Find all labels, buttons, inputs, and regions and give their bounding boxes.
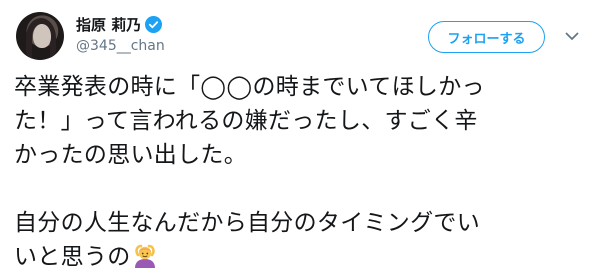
tweet-line-last: いと思うの xyxy=(14,240,586,274)
tweet-line: 自分の人生なんだから自分のタイミングでい xyxy=(14,210,480,236)
tweet-text: 卒業発表の時に「◯◯の時までいてほしかっ た！」って言われるの嫌だったし、すごく… xyxy=(14,70,586,274)
verified-badge-icon xyxy=(145,15,163,33)
handle[interactable]: @345__chan xyxy=(76,38,165,54)
tweet-header: 指原 莉乃 @345__chan フォローする xyxy=(0,0,597,62)
avatar[interactable] xyxy=(16,12,64,60)
name-row: 指原 莉乃 xyxy=(76,14,165,34)
chevron-down-icon[interactable] xyxy=(560,24,584,48)
tweet-line: かったの思い出した。 xyxy=(14,142,247,168)
display-name[interactable]: 指原 莉乃 xyxy=(76,14,141,35)
tweet-line: いと思うの xyxy=(14,244,131,270)
woman-gesturing-ok-emoji-icon xyxy=(132,243,158,269)
follow-button[interactable]: フォローする xyxy=(428,21,545,53)
author-info[interactable]: 指原 莉乃 @345__chan xyxy=(76,14,165,54)
tweet-line: 卒業発表の時に「◯◯の時までいてほしかっ xyxy=(14,74,485,100)
tweet-line: た！」って言われるの嫌だったし、すごく辛 xyxy=(14,108,478,134)
avatar-face xyxy=(33,24,51,48)
